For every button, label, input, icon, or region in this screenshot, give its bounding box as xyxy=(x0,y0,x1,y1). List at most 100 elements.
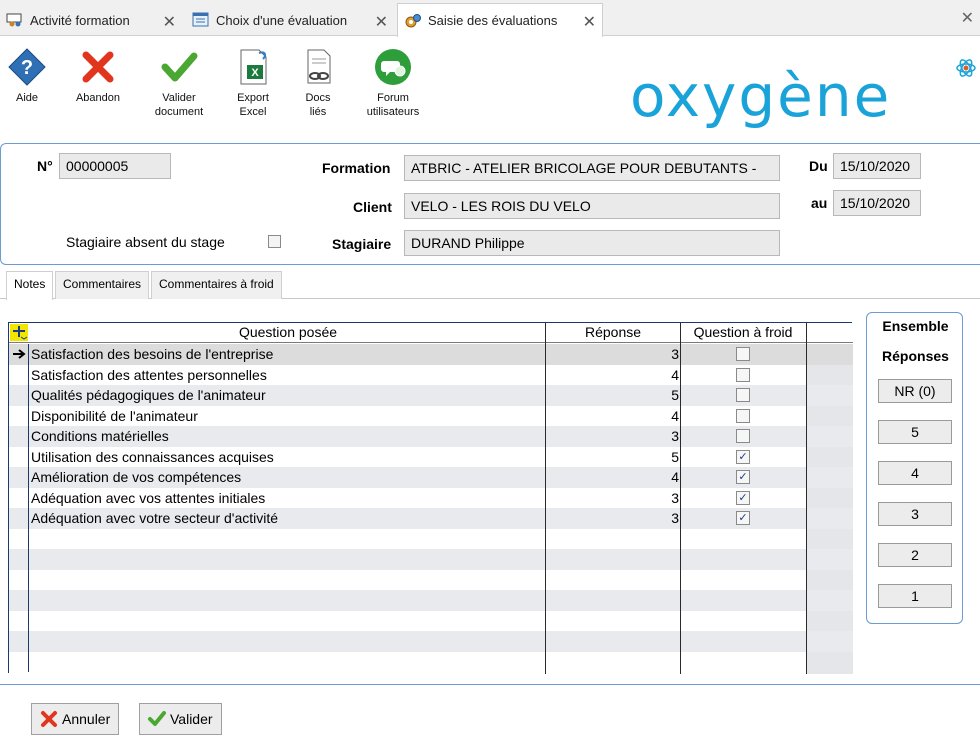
question-froid-checkbox[interactable] xyxy=(736,388,750,402)
answer-button-5[interactable]: 5 xyxy=(878,420,952,444)
answer-button-2[interactable]: 2 xyxy=(878,543,952,567)
reponses-title: Réponses xyxy=(882,348,949,364)
reponse-cell[interactable]: 5 xyxy=(545,387,679,403)
reponse-cell[interactable]: 3 xyxy=(545,510,679,526)
row-selector[interactable] xyxy=(9,549,29,570)
table-row[interactable] xyxy=(9,590,853,611)
question-froid-checkbox[interactable] xyxy=(736,367,750,382)
question-froid-checkbox[interactable] xyxy=(736,347,750,361)
row-selector[interactable] xyxy=(9,344,29,365)
row-selector[interactable] xyxy=(9,651,29,672)
table-row[interactable]: Adéquation avec votre secteur d'activité… xyxy=(9,508,853,529)
help-button[interactable]: ? Aide xyxy=(0,47,62,105)
question-froid-checkbox[interactable]: ✓ xyxy=(736,511,750,525)
row-selector[interactable] xyxy=(9,569,29,590)
row-selector[interactable] xyxy=(9,426,29,447)
question-froid-checkbox[interactable] xyxy=(736,429,750,443)
question-froid-checkbox[interactable]: ✓ xyxy=(736,490,750,505)
table-row[interactable]: Utilisation des connaissances acquises 5 ✓ xyxy=(9,446,853,467)
answer-button-4[interactable]: 4 xyxy=(878,461,952,485)
reponse-cell[interactable]: 4 xyxy=(545,408,679,424)
reponse-cell[interactable]: 3 xyxy=(545,428,679,444)
question-cell[interactable]: Disponibilité de l'animateur xyxy=(31,408,198,424)
tab-choix-evaluation[interactable]: Choix d'une évaluation ✕ xyxy=(186,4,394,36)
table-row[interactable] xyxy=(9,631,853,652)
tab-activite-formation[interactable]: Activité formation ✕ xyxy=(0,4,182,36)
table-row[interactable] xyxy=(9,569,853,590)
validate-document-button[interactable]: Valider document xyxy=(144,47,214,119)
forum-button[interactable]: Forum utilisateurs xyxy=(358,47,428,119)
row-selector[interactable] xyxy=(9,610,29,631)
question-cell[interactable]: Amélioration de vos compétences xyxy=(31,469,241,485)
list-window-icon xyxy=(192,12,210,28)
column-header-froid[interactable]: Question à froid xyxy=(681,324,805,340)
row-selector[interactable] xyxy=(9,487,29,508)
checkmark-icon xyxy=(148,710,166,728)
validate-button[interactable]: Valider xyxy=(139,703,222,735)
close-icon[interactable]: ✕ xyxy=(375,12,388,32)
formation-field[interactable]: ATBRIC - ATELIER BRICOLAGE POUR DEBUTANT… xyxy=(404,155,780,181)
cancel-button[interactable]: Annuler xyxy=(31,703,120,735)
row-selector[interactable] xyxy=(9,467,29,488)
row-selector[interactable] xyxy=(9,631,29,652)
reponse-cell[interactable]: 3 xyxy=(545,490,679,506)
table-row[interactable]: Disponibilité de l'animateur 4 xyxy=(9,405,853,426)
table-row[interactable] xyxy=(9,549,853,570)
row-selector[interactable] xyxy=(9,405,29,426)
export-excel-button[interactable]: X Export Excel xyxy=(218,47,288,119)
question-froid-checkbox[interactable]: ✓ xyxy=(736,470,750,484)
absent-checkbox[interactable] xyxy=(268,235,281,248)
table-row[interactable]: Amélioration de vos compétences 4 ✓ xyxy=(9,467,853,488)
table-row[interactable]: Conditions matérielles 3 xyxy=(9,426,853,447)
question-cell[interactable]: Satisfaction des besoins de l'entreprise xyxy=(31,346,273,362)
reponse-cell[interactable]: 3 xyxy=(545,346,679,362)
table-row[interactable] xyxy=(9,610,853,631)
question-cell[interactable]: Adéquation avec votre secteur d'activité xyxy=(31,510,278,526)
close-all-icon[interactable]: ✕ xyxy=(961,8,974,28)
question-cell[interactable]: Conditions matérielles xyxy=(31,428,169,444)
close-icon[interactable]: ✕ xyxy=(163,12,176,32)
question-cell[interactable]: Satisfaction des attentes personnelles xyxy=(31,367,267,383)
abandon-button[interactable]: Abandon xyxy=(63,47,133,105)
table-row[interactable]: Adéquation avec vos attentes initiales 3 ✓ xyxy=(9,487,853,508)
answer-button-1[interactable]: 1 xyxy=(878,584,952,608)
question-cell[interactable]: Utilisation des connaissances acquises xyxy=(31,449,274,465)
row-selector[interactable] xyxy=(9,590,29,611)
question-froid-checkbox[interactable]: ✓ xyxy=(736,449,750,464)
column-header-reponse[interactable]: Réponse xyxy=(546,324,680,340)
reponse-cell[interactable]: 4 xyxy=(545,469,679,485)
answer-button-nr[interactable]: NR (0) xyxy=(878,379,952,403)
linked-docs-button[interactable]: Docs liés xyxy=(283,47,353,119)
tab-commentaires-froid[interactable]: Commentaires à froid xyxy=(151,271,282,299)
date-to-label: au xyxy=(811,195,828,211)
row-selector[interactable] xyxy=(9,528,29,549)
tab-saisie-evaluations[interactable]: Saisie des évaluations ✕ xyxy=(397,3,603,37)
row-selector[interactable] xyxy=(9,364,29,385)
tab-commentaires[interactable]: Commentaires xyxy=(55,271,150,299)
table-row[interactable] xyxy=(9,651,853,672)
tab-notes[interactable]: Notes xyxy=(6,271,54,300)
row-selector[interactable] xyxy=(9,385,29,406)
question-cell[interactable]: Adéquation avec vos attentes initiales xyxy=(31,490,265,506)
row-selector[interactable] xyxy=(9,508,29,529)
reponse-cell[interactable]: 5 xyxy=(545,449,679,465)
question-froid-checkbox[interactable] xyxy=(736,408,750,423)
row-selector[interactable] xyxy=(9,446,29,467)
column-header-question[interactable]: Question posée xyxy=(31,324,545,340)
answer-button-3[interactable]: 3 xyxy=(878,502,952,526)
close-icon[interactable]: ✕ xyxy=(583,12,596,32)
table-row[interactable]: Satisfaction des besoins de l'entreprise… xyxy=(9,344,853,365)
question-cell[interactable]: Qualités pédagogiques de l'animateur xyxy=(31,387,266,403)
reponse-cell[interactable]: 4 xyxy=(545,367,679,383)
docs-label-2: liés xyxy=(309,106,327,118)
table-row[interactable] xyxy=(9,528,853,549)
table-row[interactable]: Satisfaction des attentes personnelles 4 xyxy=(9,364,853,385)
table-row[interactable]: Qualités pédagogiques de l'animateur 5 xyxy=(9,385,853,406)
stagiaire-field[interactable]: DURAND Philippe xyxy=(404,230,780,256)
client-field[interactable]: VELO - LES ROIS DU VELO xyxy=(404,193,780,219)
numero-field[interactable]: 00000005 xyxy=(59,153,171,179)
add-row-icon[interactable] xyxy=(10,324,28,341)
date-to-field[interactable]: 15/10/2020 xyxy=(833,190,921,216)
date-from-field[interactable]: 15/10/2020 xyxy=(833,153,921,179)
help-icon: ? xyxy=(7,47,47,87)
